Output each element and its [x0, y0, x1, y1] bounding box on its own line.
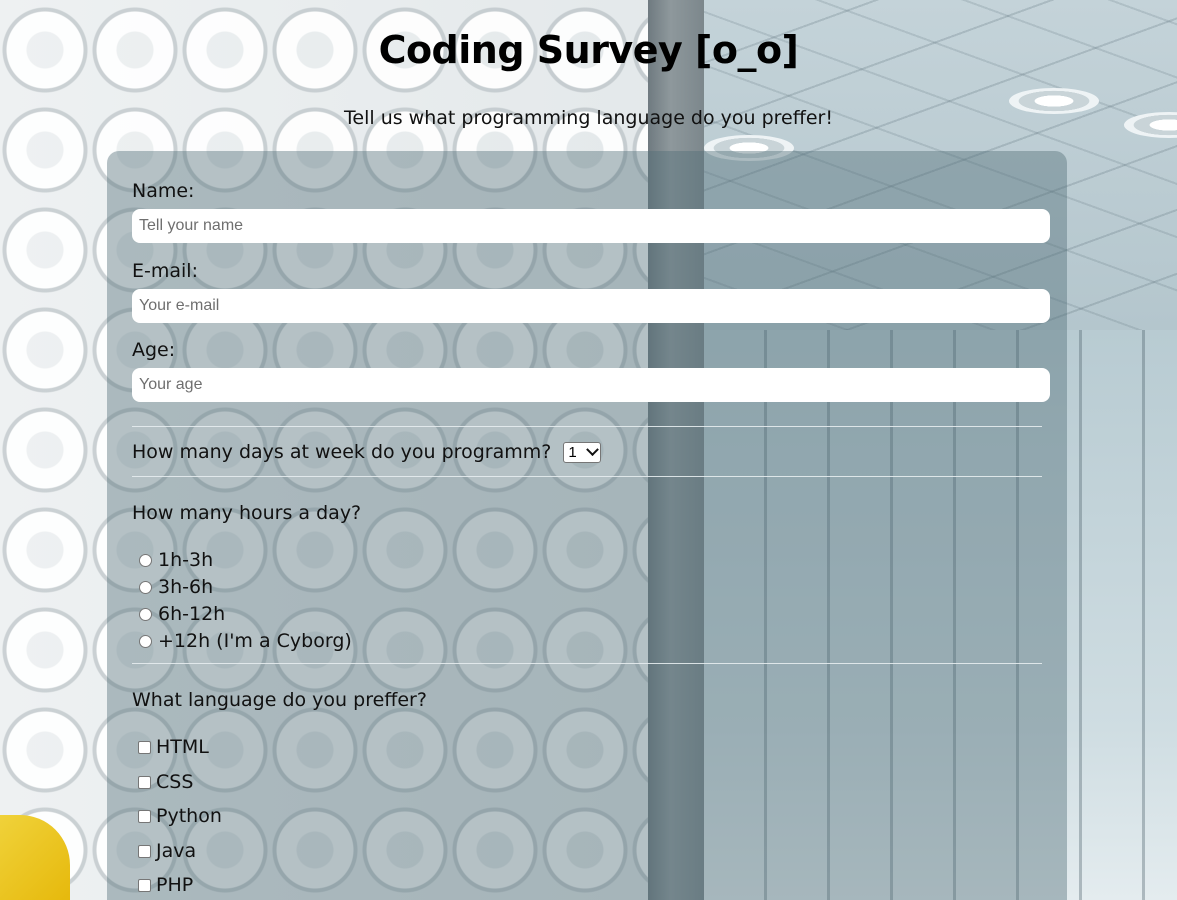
hours-option[interactable]: 1h-3h: [139, 549, 213, 571]
languages-label: What language do you preffer?: [132, 689, 427, 711]
divider: [132, 476, 1042, 477]
days-label: How many days at week do you programm?: [132, 441, 552, 463]
email-input[interactable]: Your e-mail: [132, 289, 1050, 323]
chevron-down-icon: [586, 443, 600, 457]
age-label: Age:: [132, 339, 176, 361]
days-selected-value: 1: [568, 444, 577, 461]
divider: [132, 426, 1042, 427]
language-option[interactable]: CSS: [138, 771, 193, 793]
language-option-label: PHP: [156, 874, 194, 896]
age-placeholder: Your age: [139, 376, 203, 393]
age-input[interactable]: Your age: [132, 368, 1050, 402]
name-placeholder: Tell your name: [139, 217, 244, 234]
hours-option[interactable]: +12h (I'm a Cyborg): [139, 630, 352, 652]
radio-button[interactable]: [139, 580, 152, 594]
checkbox[interactable]: [138, 775, 151, 789]
page-subtitle: Tell us what programming language do you…: [344, 107, 833, 129]
language-option-label: Python: [156, 805, 222, 827]
language-option[interactable]: Python: [138, 805, 222, 827]
email-placeholder: Your e-mail: [139, 297, 220, 314]
hours-option[interactable]: 3h-6h: [139, 576, 213, 598]
language-option-label: HTML: [156, 736, 209, 758]
language-option[interactable]: Java: [138, 840, 196, 862]
hours-option-label: 3h-6h: [158, 576, 214, 598]
checkbox[interactable]: [138, 844, 151, 858]
email-label: E-mail:: [132, 260, 198, 282]
name-label: Name:: [132, 180, 195, 202]
radio-button[interactable]: [139, 553, 152, 567]
checkbox[interactable]: [138, 740, 151, 754]
name-input[interactable]: Tell your name: [132, 209, 1050, 243]
hours-option-label: 1h-3h: [158, 549, 214, 571]
days-select[interactable]: 1: [563, 442, 602, 463]
language-option[interactable]: HTML: [138, 736, 209, 758]
hours-option-label: +12h (I'm a Cyborg): [158, 630, 352, 652]
survey-form: Name: Tell your name E-mail: Your e-mail…: [107, 151, 1067, 900]
checkbox[interactable]: [138, 878, 151, 892]
radio-button[interactable]: [139, 607, 152, 621]
page-title: Coding Survey [o_o]: [378, 28, 799, 72]
checkbox[interactable]: [138, 809, 151, 823]
language-option-label: CSS: [156, 771, 194, 793]
divider: [132, 663, 1042, 664]
radio-button[interactable]: [139, 634, 152, 648]
hours-option[interactable]: 6h-12h: [139, 603, 225, 625]
language-option-label: Java: [156, 840, 197, 862]
days-question: How many days at week do you programm? 1: [132, 441, 602, 463]
language-option[interactable]: PHP: [138, 874, 193, 896]
hours-option-label: 6h-12h: [158, 603, 226, 625]
hours-label: How many hours a day?: [132, 502, 362, 524]
